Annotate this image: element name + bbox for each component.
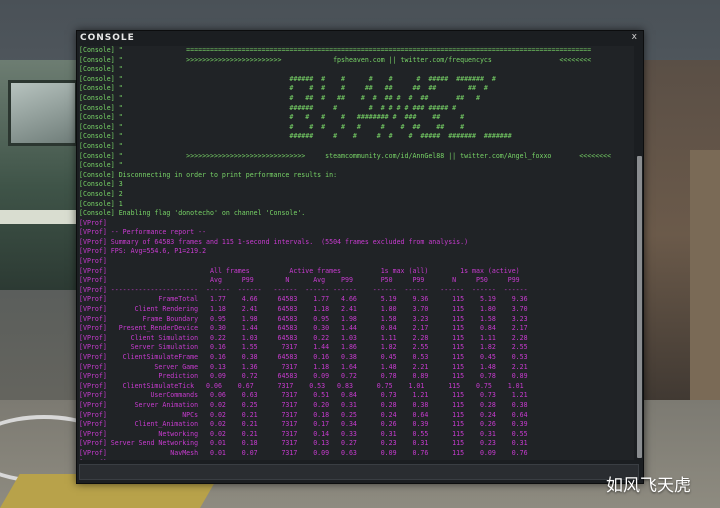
console-line: [Console] " >>>>>>>>>>>>>>>>>>>>>>>>>>>>…	[79, 151, 611, 160]
train-window	[8, 80, 78, 146]
console-line: [VProf] NPCs 0.02 0.21 7317 0.18 0.25 0.…	[79, 410, 528, 419]
console-line: [Console] 3	[79, 180, 123, 189]
console-scrollbar[interactable]	[637, 46, 642, 460]
console-line: [Console] Enabling flag 'donotecho' on c…	[79, 209, 306, 218]
console-line: [VProf] NavMesh 0.01 0.07 7317 0.09 0.63…	[79, 448, 528, 457]
console-line: [Console] " # # # # # # # ## ## #	[79, 122, 465, 131]
console-line: [VProf] Prediction 0.09 0.72 64583 0.09 …	[79, 372, 528, 381]
console-line: [VProf] FPS: Avg=554.6, P1=219.2	[79, 247, 207, 256]
console-line: [VProf] Summary of 64583 frames and 115 …	[79, 237, 469, 246]
console-line: [VProf] Client Rendering 1.18 2.41 64583…	[79, 305, 528, 314]
console-line: [Console] Disconnecting in order to prin…	[79, 170, 338, 179]
console-log[interactable]: [Console] " ============================…	[79, 46, 634, 460]
console-input[interactable]	[79, 464, 639, 480]
train-stripe	[0, 210, 86, 224]
console-line: [VProf] ---------------------- ------ --…	[79, 285, 528, 294]
console-line: [Console] 1	[79, 199, 123, 208]
console-line: [VProf] Avg P99 N Avg P99 P50 P99 N P50 …	[79, 276, 520, 285]
console-line: [Console] " ============================…	[79, 46, 592, 54]
console-line: [Console] "	[79, 161, 123, 170]
console-line: [VProf] All frames Active frames 1s max …	[79, 266, 520, 275]
console-line: [VProf] UserCommands 0.06 0.63 7317 0.51…	[79, 391, 528, 400]
console-line: [Console] " # # # # ## ## ## ## ## #	[79, 84, 488, 93]
console-line: [Console] " >>>>>>>>>>>>>>>>>>>>>>>> fps…	[79, 55, 592, 64]
console-line: [VProf] Present_RenderDevice 0.30 1.44 6…	[79, 324, 528, 333]
console-line: [Console] " # # # # ######## # ### ## #	[79, 113, 465, 122]
console-line: [VProf] Frame Boundary 0.95 1.98 64583 0…	[79, 314, 528, 323]
console-line: [Console] " ###### # # # # # ##### #####…	[79, 132, 512, 141]
console-line: [VProf] ClientSimulateFrame 0.16 0.38 64…	[79, 353, 528, 361]
console-line: [VProf] Client Simulation 0.22 1.03 6458…	[79, 333, 528, 342]
console-line: [VProf] Server Game 0.13 1.36 7317 1.18 …	[79, 362, 528, 371]
console-line: [VProf] FrameTotal 1.77 4.66 64583 1.77 …	[79, 295, 528, 304]
console-line: [VProf] Server Simulation 0.16 1.55 7317…	[79, 343, 528, 352]
console-line: [VProf] Networking 0.02 0.21 7317 0.14 0…	[79, 429, 528, 438]
console-title-bar[interactable]: CONSOLE x	[77, 31, 643, 45]
console-line: [VProf]	[79, 218, 107, 227]
console-line: [VProf] -- Performance report --	[79, 228, 207, 237]
console-line: [VProf] Client_Animation 0.02 0.21 7317 …	[79, 420, 528, 429]
console-title: CONSOLE	[80, 33, 135, 43]
console-line: [Console] " ###### # # # # # ##### #####…	[79, 74, 496, 83]
console-window[interactable]: CONSOLE x [Console] " ==================…	[76, 30, 644, 484]
console-line: [VProf] ClientSimulateTick 0.06 0.67 731…	[79, 381, 524, 390]
console-line: [Console] " # ## # ## # # ## # # ## ## #	[79, 93, 480, 102]
console-line: [Console] " ###### # # # # # # ### #####…	[79, 103, 457, 112]
console-line: [Console] "	[79, 65, 123, 74]
watermark: 如风飞天虎	[606, 476, 691, 496]
console-line: [VProf] Server Send Networking 0.01 0.18…	[79, 439, 528, 448]
console-line: [Console] 2	[79, 189, 123, 198]
console-line: [Console] "	[79, 141, 123, 150]
console-line: [VProf]	[79, 257, 107, 266]
console-line: [VProf] Server Animation 0.02 0.25 7317 …	[79, 400, 528, 409]
scrollbar-thumb[interactable]	[637, 156, 642, 458]
close-icon[interactable]: x	[632, 32, 637, 42]
console-line: [VProf]	[79, 459, 634, 460]
